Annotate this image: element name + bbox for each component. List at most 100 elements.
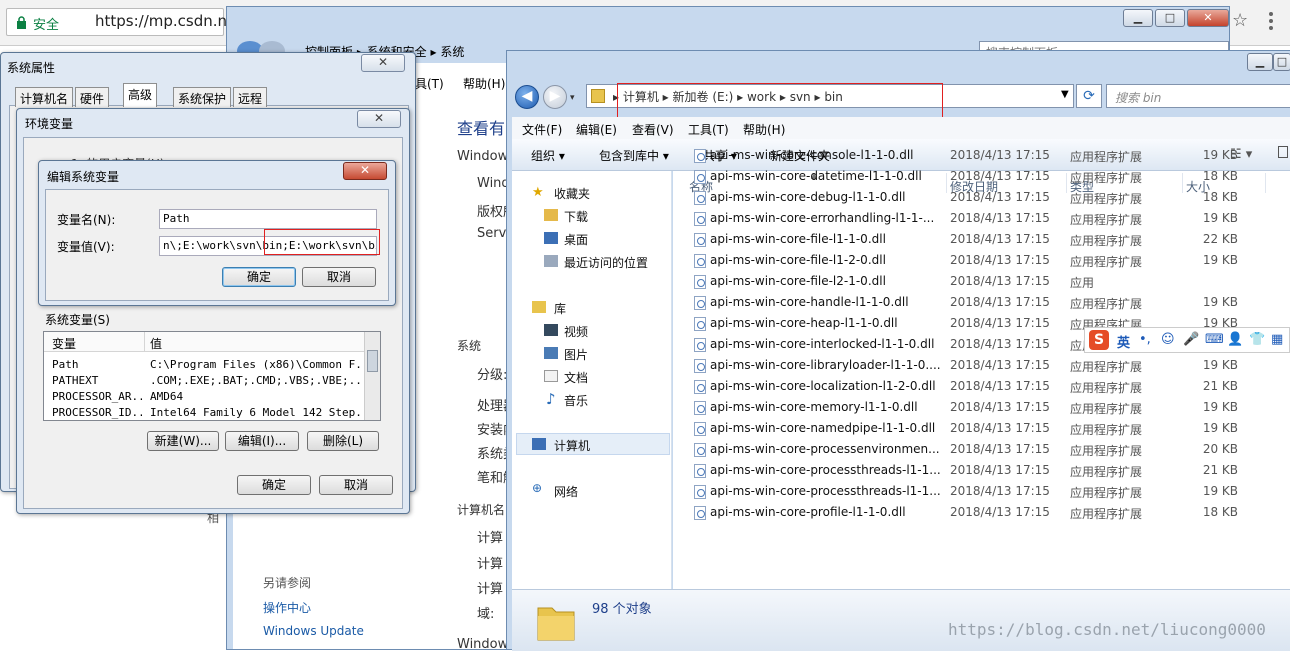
skin-icon[interactable]: 👕 xyxy=(1249,332,1265,347)
recent-pages-icon[interactable]: ▾ xyxy=(570,93,575,103)
file-type: 应用程序扩展 xyxy=(1070,444,1143,458)
menu-edit[interactable]: 编辑(E) xyxy=(576,121,617,138)
search-input[interactable]: 搜索 bin xyxy=(1106,84,1290,108)
file-row[interactable]: api-ms-win-core-console-l1-1-0.dll 2018/4… xyxy=(673,145,1290,166)
punctuation-icon[interactable]: •, xyxy=(1139,332,1151,347)
cp-text: 计算 xyxy=(477,531,504,546)
chevron-down-icon[interactable]: ▼ xyxy=(1061,89,1069,100)
file-row[interactable]: api-ms-win-core-debug-l1-1-0.dll 2018/4/1… xyxy=(673,187,1290,208)
cancel-button[interactable]: 取消 xyxy=(319,475,393,495)
action-center-link[interactable]: 操作中心 xyxy=(263,599,311,616)
file-date: 2018/4/13 17:15 xyxy=(950,337,1050,351)
maximize-button[interactable]: □ xyxy=(1155,9,1185,27)
nav-downloads[interactable]: 下载 xyxy=(564,208,588,225)
cp-menu-help[interactable]: 帮助(H) xyxy=(463,75,505,92)
file-row[interactable]: api-ms-win-core-handle-l1-1-0.dll 2018/4/… xyxy=(673,292,1290,313)
file-name: api-ms-win-core-profile-l1-1-0.dll xyxy=(710,505,906,519)
ok-button[interactable]: 确定 xyxy=(237,475,311,495)
minimize-button[interactable]: ▁ xyxy=(1247,53,1273,71)
menu-tools[interactable]: 工具(T) xyxy=(688,121,729,138)
nav-videos[interactable]: 视频 xyxy=(564,323,588,340)
nav-desktop[interactable]: 桌面 xyxy=(564,231,588,248)
table-cell[interactable]: C:\Program Files (x86)\Common F... xyxy=(150,358,362,371)
nav-network[interactable]: 网络 xyxy=(554,483,578,500)
refresh-icon[interactable]: ⟳ xyxy=(1076,84,1102,108)
emoji-icon[interactable]: ☺ xyxy=(1161,332,1175,347)
close-button[interactable]: ✕ xyxy=(361,54,405,72)
file-row[interactable]: api-ms-win-core-localization-l1-2-0.dll 2… xyxy=(673,376,1290,397)
sogou-logo-icon[interactable]: S xyxy=(1089,330,1109,350)
tab-system-protection[interactable]: 系统保护 xyxy=(173,87,232,107)
menu-help[interactable]: 帮助(H) xyxy=(743,121,785,138)
microphone-icon[interactable]: 🎤 xyxy=(1183,332,1199,347)
table-row[interactable]: PATHEXT xyxy=(52,374,142,387)
ok-button[interactable]: 确定 xyxy=(222,267,296,287)
nav-favorites[interactable]: 收藏夹 xyxy=(554,185,590,202)
organize-button[interactable]: 组织 ▾ xyxy=(531,147,565,164)
include-in-library-button[interactable]: 包含到库中 ▾ xyxy=(599,147,669,164)
table-cell[interactable]: .COM;.EXE;.BAT;.CMD;.VBS;.VBE;.... xyxy=(150,374,362,387)
file-row[interactable]: api-ms-win-core-processthreads-l1-1... 20… xyxy=(673,460,1290,481)
back-icon[interactable]: ◀ xyxy=(515,85,539,109)
tab-advanced[interactable]: 高级 xyxy=(123,83,158,107)
tab-computer-name[interactable]: 计算机名 xyxy=(15,87,74,107)
ime-toolbar[interactable]: S 英 •, ☺ 🎤 ⌨ 👤 👕 ▦ xyxy=(1084,327,1290,353)
minimize-button[interactable]: ▁ xyxy=(1123,9,1153,27)
file-name: api-ms-win-core-processthreads-l1-1... xyxy=(710,463,941,477)
menu-file[interactable]: 文件(F) xyxy=(522,121,562,138)
nav-computer[interactable]: 计算机 xyxy=(554,437,590,454)
table-cell[interactable]: AMD64 xyxy=(150,390,362,403)
table-row[interactable]: PROCESSOR_ID... xyxy=(52,406,142,420)
ime-mode[interactable]: 英 xyxy=(1117,332,1130,351)
toolbox-icon[interactable]: ▦ xyxy=(1271,332,1283,347)
nav-documents[interactable]: 文档 xyxy=(564,369,588,386)
new-button[interactable]: 新建(W)... xyxy=(147,431,219,451)
dll-file-icon xyxy=(694,296,706,310)
menu-view[interactable]: 查看(V) xyxy=(632,121,674,138)
close-button[interactable]: ✕ xyxy=(1187,9,1229,27)
bookmark-star-icon[interactable]: ☆ xyxy=(1232,10,1248,31)
edit-button[interactable]: 编辑(I)... xyxy=(225,431,299,451)
file-row[interactable]: api-ms-win-core-namedpipe-l1-1-0.dll 2018… xyxy=(673,418,1290,439)
user-icon[interactable]: 👤 xyxy=(1227,332,1243,347)
file-row[interactable]: api-ms-win-core-libraryloader-l1-1-0....… xyxy=(673,355,1290,376)
address-bar[interactable]: 安全 https://mp.csdn.net/ xyxy=(6,8,247,36)
variable-name-input[interactable]: Path xyxy=(159,209,377,229)
scrollbar[interactable] xyxy=(364,332,380,420)
close-button[interactable]: ✕ xyxy=(343,162,387,180)
column-variable[interactable]: 变量 xyxy=(52,335,76,352)
maximize-button[interactable]: □ xyxy=(1273,53,1290,71)
file-row[interactable]: api-ms-win-core-file-l1-1-0.dll 2018/4/13… xyxy=(673,229,1290,250)
file-row[interactable]: api-ms-win-core-processenvironmen... 2018… xyxy=(673,439,1290,460)
table-cell[interactable]: Intel64 Family 6 Model 142 Step... xyxy=(150,406,362,420)
windows-update-link[interactable]: Windows Update xyxy=(263,624,364,638)
tab-hardware[interactable]: 硬件 xyxy=(75,87,110,107)
nav-library[interactable]: 库 xyxy=(554,300,566,317)
file-row[interactable]: api-ms-win-core-file-l2-1-0.dll 2018/4/13… xyxy=(673,271,1290,292)
close-button[interactable]: ✕ xyxy=(357,110,401,128)
tab-remote[interactable]: 远程 xyxy=(233,87,268,107)
file-row[interactable]: api-ms-win-core-profile-l1-1-0.dll 2018/4… xyxy=(673,502,1290,523)
nav-pictures[interactable]: 图片 xyxy=(564,346,588,363)
file-row[interactable]: api-ms-win-core-errorhandling-l1-1-... 20… xyxy=(673,208,1290,229)
file-row[interactable]: api-ms-win-core-file-l1-2-0.dll 2018/4/13… xyxy=(673,250,1290,271)
file-row[interactable]: api-ms-win-core-processthreads-l1-1... 20… xyxy=(673,481,1290,502)
nav-recent[interactable]: 最近访问的位置 xyxy=(564,254,648,271)
file-row[interactable]: api-ms-win-core-memory-l1-1-0.dll 2018/4/… xyxy=(673,397,1290,418)
file-name: api-ms-win-core-file-l1-1-0.dll xyxy=(710,232,886,246)
column-value[interactable]: 值 xyxy=(150,335,162,352)
chrome-menu-icon[interactable] xyxy=(1268,12,1274,32)
cp-menu-tools[interactable]: 具(T) xyxy=(415,75,444,92)
keyboard-icon[interactable]: ⌨ xyxy=(1205,332,1224,347)
cancel-button[interactable]: 取消 xyxy=(302,267,376,287)
network-icon: ⊕ xyxy=(532,481,543,495)
url-text[interactable]: https://mp.csdn.net/ xyxy=(95,12,247,30)
table-row[interactable]: Path xyxy=(52,358,142,371)
forward-icon[interactable]: ▶ xyxy=(543,85,567,109)
delete-button[interactable]: 删除(L) xyxy=(307,431,379,451)
nav-music[interactable]: 音乐 xyxy=(564,392,588,409)
table-row[interactable]: PROCESSOR_AR... xyxy=(52,390,142,403)
file-size: 19 KB xyxy=(1202,211,1238,225)
file-row[interactable]: api-ms-win-core-datetime-l1-1-0.dll 2018/… xyxy=(673,166,1290,187)
dll-file-icon xyxy=(694,275,706,289)
